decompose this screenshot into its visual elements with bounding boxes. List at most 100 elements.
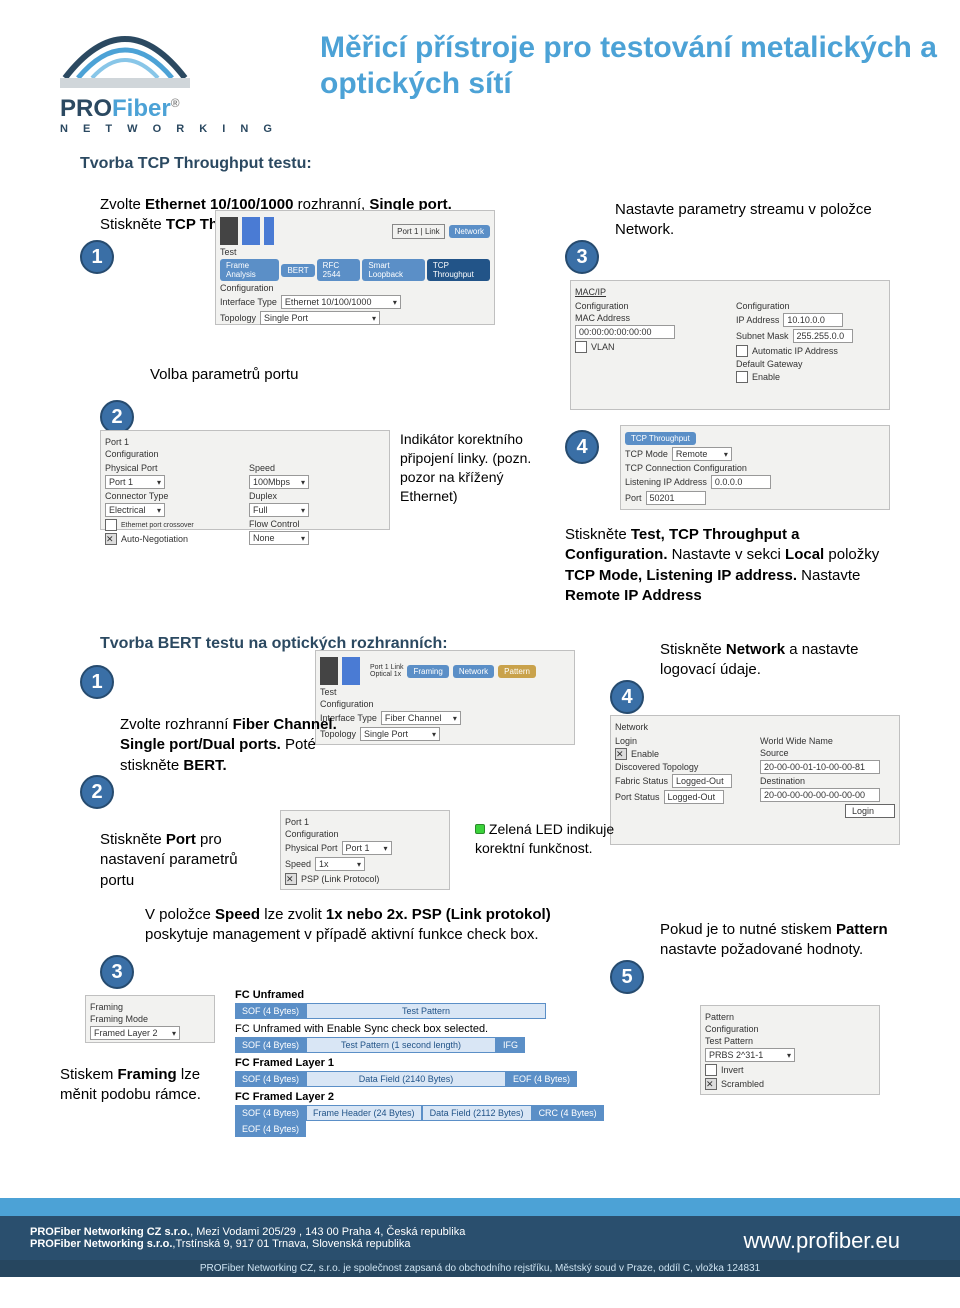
check-scrambled[interactable]: ✕ [705, 1078, 717, 1090]
label-wwn: World Wide Name [760, 736, 833, 746]
field-ip[interactable]: 10.10.0.0 [783, 313, 843, 327]
label-dest: Destination [760, 776, 805, 786]
label-test: Test [220, 247, 237, 257]
label-config-left: Configuration [575, 301, 629, 311]
dropdown-iftype-bert[interactable]: Fiber Channel [381, 711, 461, 725]
field-wwn-src[interactable]: 20-00-00-01-10-00-00-81 [760, 760, 880, 774]
cell-eof-1: EOF (4 Bytes) [506, 1071, 577, 1087]
cell-datafield2: Data Field (2112 Bytes) [422, 1105, 532, 1121]
dropdown-physport[interactable]: Port 1 [105, 475, 165, 489]
label-configuration: Configuration [220, 283, 274, 293]
label-network: Network [615, 722, 648, 732]
cell-frameheader: Frame Header (24 Bytes) [306, 1105, 422, 1121]
dropdown-connector[interactable]: Electrical [105, 503, 165, 517]
dropdown-flowctl[interactable]: None [249, 531, 309, 545]
bert-2-text: Stiskněte Port pro nastavení parametrů p… [100, 830, 260, 891]
cell-datafield: Data Field (2140 Bytes) [306, 1071, 506, 1087]
check-enable-login[interactable]: ✕ [615, 748, 627, 760]
step-3-text: Nastavte parametry streamu v položce Net… [615, 200, 875, 241]
field-wwn-dst[interactable]: 20-00-00-00-00-00-00-00 [760, 788, 880, 802]
tab-tcp-throughput-small[interactable]: TCP Throughput [625, 432, 696, 445]
field-listenip[interactable]: 0.0.0.0 [711, 475, 771, 489]
tab-bert[interactable]: BERT [281, 264, 314, 277]
label-speed: Speed [249, 463, 275, 473]
cell-testpattern-1: Test Pattern [306, 1003, 546, 1019]
step-4-right-text: Stiskněte Test, TCP Throughput a Configu… [565, 525, 895, 606]
tab-framing[interactable]: Framing [407, 665, 448, 678]
dropdown-topology-bert[interactable]: Single Port [360, 727, 440, 741]
check-invert[interactable] [705, 1064, 717, 1076]
dropdown-duplex[interactable]: Full [249, 503, 309, 517]
footer-url[interactable]: www.profiber.eu [743, 1228, 900, 1254]
label-topology: Topology [220, 313, 256, 323]
label-test-pattern: Test Pattern [705, 1036, 753, 1046]
network-button[interactable]: Network [449, 225, 490, 238]
footer-legal: PROFiber Networking CZ, s.r.o. je společ… [0, 1260, 960, 1277]
label-config-pattern: Configuration [705, 1024, 759, 1034]
label-tcpconn: TCP Connection Configuration [625, 463, 747, 473]
dropdown-interface-type[interactable]: Ethernet 10/100/1000 [281, 295, 401, 309]
cell-sof-1: SOF (4 Bytes) [235, 1003, 306, 1019]
label-fc-layer1: FC Framed Layer 1 [235, 1057, 635, 1069]
label-port1: Port 1 [105, 437, 129, 447]
label-config-port: Configuration [105, 449, 159, 459]
label-tcpmode: TCP Mode [625, 449, 668, 459]
logo: PROFiber® N E T W O R K I N G [60, 20, 280, 135]
shot-pattern: Pattern Configuration Test Pattern PRBS … [700, 1005, 880, 1095]
label-enable: Enable [752, 372, 780, 382]
bert-2-badge: 2 [80, 775, 114, 809]
cell-sof-4: SOF (4 Bytes) [235, 1105, 306, 1121]
dropdown-topology[interactable]: Single Port [260, 311, 380, 325]
bert-3-text: V položce Speed lze zvolit 1x nebo 2x. P… [145, 905, 575, 946]
footer-addr-cz: , Mezi Vodami 205/29 , 143 00 Praha 4, Č… [190, 1226, 465, 1238]
check-enable-gw[interactable] [736, 371, 748, 383]
field-mac[interactable]: 00:00:00:00:00:00 [575, 325, 675, 339]
tab-network-bert[interactable]: Network [453, 665, 494, 678]
shot-network-login: Network Login ✕Enable Discovered Topolog… [610, 715, 900, 845]
tab-tcp-throughput[interactable]: TCP Throughput [427, 259, 490, 281]
label-flowctl: Flow Control [249, 519, 300, 529]
logo-text: PROFiber® [60, 95, 280, 123]
bert-1-text: Zvolte rozhranní Fiber Channel. Single p… [120, 715, 340, 776]
check-autoip[interactable] [736, 345, 748, 357]
label-fc-unframed-sync: FC Unframed with Enable Sync check box s… [235, 1023, 635, 1035]
footer-company-cz: PROFiber Networking CZ s.r.o. [30, 1226, 190, 1238]
page-title: Měřicí přístroje pro testování metalický… [320, 30, 960, 102]
footer: PROFiber Networking CZ s.r.o., Mezi Voda… [0, 1198, 960, 1308]
step-3-badge: 3 [565, 240, 599, 274]
shot-bert-interface: Port 1 LinkOptical 1x Framing Network Pa… [315, 650, 575, 745]
field-port[interactable]: 50201 [646, 491, 706, 505]
field-submask[interactable]: 255.255.0.0 [793, 329, 853, 343]
check-crossover[interactable] [105, 519, 117, 531]
framing-text: Stiskem Framing lze měnit podobu rámce. [60, 1065, 240, 1106]
dropdown-tcpmode[interactable]: Remote [672, 447, 732, 461]
label-config-right: Configuration [736, 301, 790, 311]
tab-rfc[interactable]: RFC 2544 [317, 259, 361, 281]
check-psp[interactable]: ✕ [285, 873, 297, 885]
tab-smart-loopback[interactable]: Smart Loopback [362, 259, 425, 281]
label-autoneg: Auto-Negotiation [121, 534, 188, 544]
cell-tp1sec: Test Pattern (1 second length) [306, 1037, 496, 1053]
login-button[interactable]: Login [845, 804, 895, 818]
led-note: Zelená LED indikuje korektní funkčnost. [475, 820, 635, 858]
label-pstatus: Port Status [615, 792, 660, 802]
label-invert: Invert [721, 1065, 744, 1075]
dropdown-framing-mode[interactable]: Framed Layer 2 [90, 1026, 180, 1040]
label-config-bert: Configuration [320, 699, 374, 709]
footer-addr-sk: ,Trstínská 9, 917 01 Trnava, Slovenská r… [172, 1238, 410, 1250]
dropdown-test-pattern[interactable]: PRBS 2^31-1 [705, 1048, 795, 1062]
bert-5-text: Pokud je to nutné stiskem Pattern nastav… [660, 920, 910, 961]
tab-pattern[interactable]: Pattern [498, 665, 536, 678]
shot-port-params: Port 1 Configuration Physical Port Port … [100, 430, 390, 530]
cell-sof-2: SOF (4 Bytes) [235, 1037, 306, 1053]
label-config-port-b: Configuration [285, 829, 339, 839]
dropdown-physport-b[interactable]: Port 1 [342, 841, 392, 855]
label-source: Source [760, 748, 789, 758]
check-autoneg[interactable]: ✕ [105, 533, 117, 545]
shot-port-speed: Port 1 Configuration Physical Port Port … [280, 810, 450, 890]
dropdown-speed-b[interactable]: 1x [315, 857, 365, 871]
tab-frame-analysis[interactable]: Frame Analysis [220, 259, 279, 281]
check-vlan[interactable] [575, 341, 587, 353]
dropdown-speed[interactable]: 100Mbps [249, 475, 309, 489]
shot-tcp-config: TCP Throughput TCP Mode Remote TCP Conne… [620, 425, 890, 510]
